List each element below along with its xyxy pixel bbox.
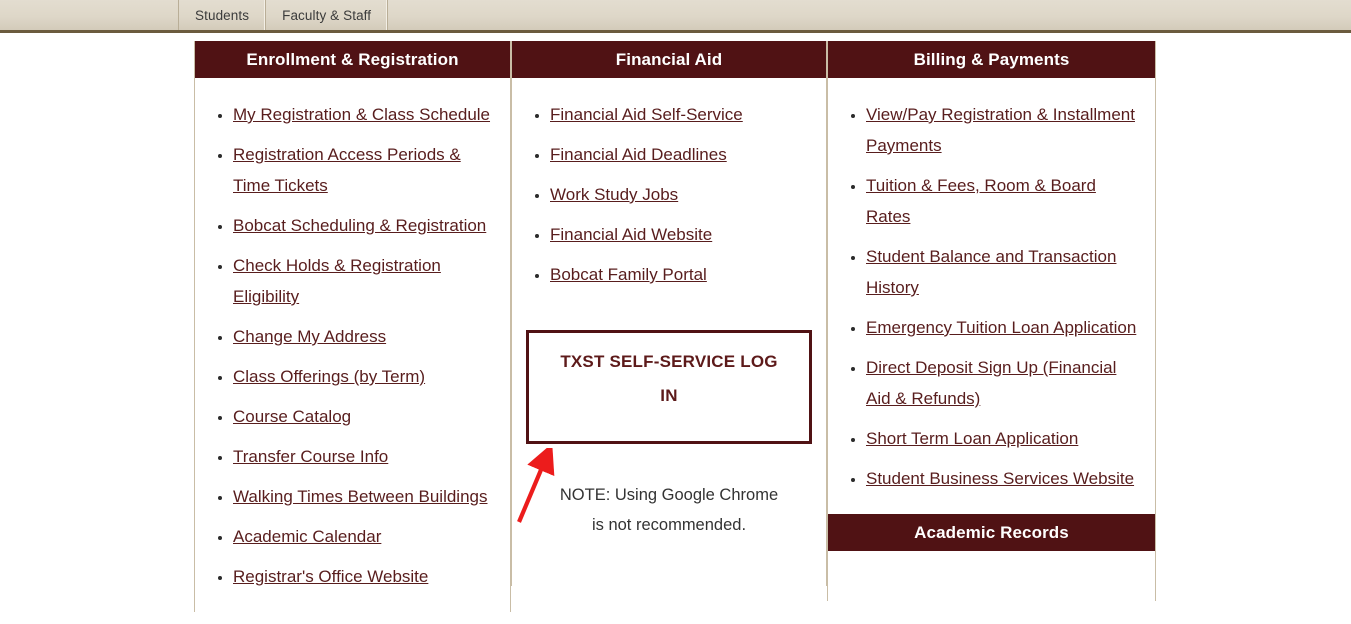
nav-item-faculty-staff-label: Faculty & Staff bbox=[282, 7, 372, 23]
nav-item-students-label: Students bbox=[195, 7, 250, 23]
list-item: Financial Aid Website bbox=[550, 220, 812, 251]
list-item: Walking Times Between Buildings bbox=[233, 482, 496, 513]
list-item: Financial Aid Self-Service bbox=[550, 100, 812, 131]
chrome-browser-note: NOTE: Using Google Chrome is not recomme… bbox=[512, 444, 826, 540]
section-heading-academic-records: Academic Records bbox=[827, 514, 1156, 551]
list-item: Class Offerings (by Term) bbox=[233, 362, 496, 393]
nav-item-students[interactable]: Students bbox=[178, 0, 267, 30]
list-item: Registration Access Periods & Time Ticke… bbox=[233, 140, 496, 202]
link-financial-aid-deadlines[interactable]: Financial Aid Deadlines bbox=[550, 145, 727, 164]
nav-item-faculty-staff[interactable]: Faculty & Staff bbox=[266, 0, 389, 30]
link-direct-deposit-sign-up[interactable]: Direct Deposit Sign Up (Financial Aid & … bbox=[866, 358, 1116, 408]
link-financial-aid-self-service[interactable]: Financial Aid Self-Service bbox=[550, 105, 743, 124]
list-item: Student Balance and Transaction History bbox=[866, 242, 1141, 304]
list-item: Academic Calendar bbox=[233, 522, 496, 553]
link-bobcat-scheduling-registration[interactable]: Bobcat Scheduling & Registration bbox=[233, 216, 486, 235]
list-item: Work Study Jobs bbox=[550, 180, 812, 211]
column-body-enrollment: My Registration & Class Schedule Registr… bbox=[194, 78, 511, 612]
section-heading-enrollment-registration: Enrollment & Registration bbox=[194, 41, 511, 78]
chrome-note-line-1: NOTE: Using Google Chrome bbox=[559, 486, 779, 504]
section-heading-billing-payments: Billing & Payments bbox=[827, 41, 1156, 78]
link-class-offerings-by-term[interactable]: Class Offerings (by Term) bbox=[233, 367, 425, 386]
link-list-billing: View/Pay Registration & Installment Paym… bbox=[828, 78, 1155, 514]
link-bobcat-family-portal[interactable]: Bobcat Family Portal bbox=[550, 265, 707, 284]
list-item: Change My Address bbox=[233, 322, 496, 353]
list-item: Tuition & Fees, Room & Board Rates bbox=[866, 171, 1141, 233]
list-item: My Registration & Class Schedule bbox=[233, 100, 496, 131]
link-registrars-office-website[interactable]: Registrar's Office Website bbox=[233, 567, 428, 586]
link-academic-calendar[interactable]: Academic Calendar bbox=[233, 527, 381, 546]
link-list-financial-aid: Financial Aid Self-Service Financial Aid… bbox=[512, 78, 826, 310]
list-item: Direct Deposit Sign Up (Financial Aid & … bbox=[866, 353, 1141, 415]
list-item: Check Holds & Registration Eligibility bbox=[233, 251, 496, 313]
link-transfer-course-info[interactable]: Transfer Course Info bbox=[233, 447, 388, 466]
list-item: Transfer Course Info bbox=[233, 442, 496, 473]
column-enrollment-registration: Enrollment & Registration My Registratio… bbox=[194, 41, 511, 612]
list-item: Registrar's Office Website bbox=[233, 562, 496, 593]
link-student-balance-transaction-history[interactable]: Student Balance and Transaction History bbox=[866, 247, 1116, 297]
link-student-business-services-website[interactable]: Student Business Services Website bbox=[866, 469, 1134, 488]
txst-self-service-login-label: TXST SELF-SERVICE LOG IN bbox=[560, 352, 778, 405]
link-financial-aid-website[interactable]: Financial Aid Website bbox=[550, 225, 712, 244]
link-walking-times-between-buildings[interactable]: Walking Times Between Buildings bbox=[233, 487, 488, 506]
link-my-registration-class-schedule[interactable]: My Registration & Class Schedule bbox=[233, 105, 490, 124]
list-item: Course Catalog bbox=[233, 402, 496, 433]
link-change-my-address[interactable]: Change My Address bbox=[233, 327, 386, 346]
link-short-term-loan-application[interactable]: Short Term Loan Application bbox=[866, 429, 1078, 448]
link-emergency-tuition-loan-application[interactable]: Emergency Tuition Loan Application bbox=[866, 318, 1136, 337]
column-body-billing: View/Pay Registration & Installment Paym… bbox=[827, 78, 1156, 514]
column-body-financial-aid: Financial Aid Self-Service Financial Aid… bbox=[511, 78, 827, 586]
login-button-wrapper: TXST SELF-SERVICE LOG IN bbox=[512, 310, 826, 444]
link-registration-access-periods[interactable]: Registration Access Periods & Time Ticke… bbox=[233, 145, 461, 195]
txst-self-service-login-button[interactable]: TXST SELF-SERVICE LOG IN bbox=[526, 330, 812, 444]
column-financial-aid: Financial Aid Financial Aid Self-Service… bbox=[511, 41, 827, 586]
list-item: Financial Aid Deadlines bbox=[550, 140, 812, 171]
list-item: Emergency Tuition Loan Application bbox=[866, 313, 1141, 344]
section-heading-financial-aid: Financial Aid bbox=[511, 41, 827, 78]
link-tuition-fees-room-board-rates[interactable]: Tuition & Fees, Room & Board Rates bbox=[866, 176, 1096, 226]
list-item: Bobcat Scheduling & Registration bbox=[233, 211, 496, 242]
link-course-catalog[interactable]: Course Catalog bbox=[233, 407, 351, 426]
link-view-pay-registration-installment-payments[interactable]: View/Pay Registration & Installment Paym… bbox=[866, 105, 1135, 155]
link-work-study-jobs[interactable]: Work Study Jobs bbox=[550, 185, 678, 204]
list-item: Short Term Loan Application bbox=[866, 424, 1141, 455]
list-item: Bobcat Family Portal bbox=[550, 260, 812, 291]
column-body-academic-records bbox=[827, 551, 1156, 601]
link-list-enrollment: My Registration & Class Schedule Registr… bbox=[195, 78, 510, 612]
list-item: View/Pay Registration & Installment Paym… bbox=[866, 100, 1141, 162]
link-check-holds-registration-eligibility[interactable]: Check Holds & Registration Eligibility bbox=[233, 256, 441, 306]
column-billing-payments: Billing & Payments View/Pay Registration… bbox=[827, 41, 1156, 601]
top-navigation-bar: Students Faculty & Staff bbox=[0, 0, 1351, 33]
list-item: Student Business Services Website bbox=[866, 464, 1141, 495]
column-bottom-spacer bbox=[512, 540, 826, 586]
services-link-grid: Enrollment & Registration My Registratio… bbox=[194, 41, 1156, 612]
chrome-note-line-2: is not recommended. bbox=[591, 516, 747, 534]
